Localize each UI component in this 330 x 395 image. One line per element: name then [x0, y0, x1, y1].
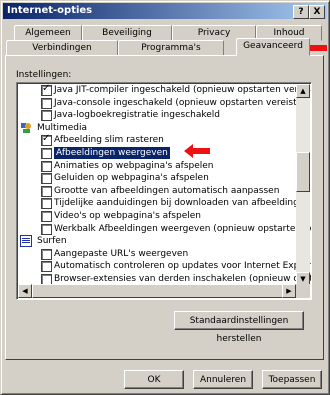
scroll-thumb[interactable]	[296, 152, 310, 192]
setting-label[interactable]: Animaties op webpagina's afspelen	[54, 160, 214, 172]
scroll-right-button[interactable]: ▶	[282, 284, 296, 298]
multimedia-icon	[20, 122, 32, 134]
apply-button[interactable]: Toepassen	[262, 370, 322, 389]
scroll-corner	[296, 284, 310, 298]
setting-label[interactable]: Video's op webpagina's afspelen	[54, 210, 201, 222]
vertical-scrollbar[interactable]: ▲ ▼	[296, 84, 310, 286]
tab-verbindingen[interactable]: Verbindingen	[6, 40, 118, 56]
setting-label[interactable]: Afbeelding slim rasteren	[54, 134, 164, 146]
hscroll-thumb[interactable]	[32, 284, 286, 298]
checkbox[interactable]	[41, 97, 52, 109]
scroll-up-button[interactable]: ▲	[296, 84, 310, 98]
annotation-arrow-item	[184, 144, 210, 158]
setting-label[interactable]: Aangepaste URL's weergeven	[54, 248, 188, 260]
checkbox[interactable]	[41, 148, 52, 159]
close-button[interactable]: X	[309, 5, 325, 19]
setting-label[interactable]: Werkbalk Afbeeldingen weergeven (opnieuw…	[54, 223, 311, 235]
group-label: Multimedia	[37, 122, 88, 133]
checkbox[interactable]	[41, 110, 52, 122]
setting-label[interactable]: Automatisch controleren op updates voor …	[54, 260, 311, 272]
checkbox[interactable]	[41, 223, 52, 235]
restore-defaults-button[interactable]: Standaardinstellingen herstellen	[174, 311, 304, 344]
checkbox[interactable]	[41, 133, 52, 147]
tab-beveiliging[interactable]: Beveiliging	[82, 25, 172, 41]
checkbox[interactable]	[41, 185, 52, 197]
title-bar[interactable]: Internet-opties ? X	[3, 3, 327, 19]
tab-algemeen[interactable]: Algemeen	[14, 25, 82, 41]
setting-label[interactable]: Tijdelijke aanduidingen bij downloaden v…	[54, 197, 311, 209]
group-label: Surfen	[37, 236, 67, 247]
checkbox[interactable]	[41, 248, 52, 260]
tab-programmas[interactable]: Programma's	[118, 40, 224, 56]
setting-label[interactable]: Geluiden op webpagina's afspelen	[54, 172, 209, 184]
setting-label[interactable]: Java-console ingeschakeld (opnieuw opsta…	[54, 97, 300, 109]
horizontal-scrollbar[interactable]: ◀ ▶	[18, 284, 296, 298]
cancel-button[interactable]: Annuleren	[193, 370, 253, 389]
setting-label[interactable]: Java-logboekregistratie ingeschakeld	[54, 109, 220, 121]
checkbox[interactable]	[41, 160, 52, 172]
surfen-icon	[20, 235, 32, 248]
ok-button[interactable]: OK	[124, 370, 184, 389]
checkbox[interactable]	[41, 83, 52, 96]
settings-list[interactable]: Java JIT-compiler ingeschakeld (opnieuw …	[16, 82, 312, 300]
checkbox[interactable]	[41, 261, 52, 273]
setting-label[interactable]: Java JIT-compiler ingeschakeld (opnieuw …	[54, 84, 311, 96]
checkbox[interactable]	[41, 211, 52, 222]
settings-label: Instellingen:	[16, 70, 72, 80]
setting-label[interactable]: Afbeeldingen weergeven	[53, 146, 171, 160]
window-title: Internet-opties	[7, 5, 93, 16]
scroll-left-button[interactable]: ◀	[18, 284, 32, 298]
checkbox[interactable]	[41, 198, 52, 210]
help-button[interactable]: ?	[293, 5, 309, 19]
checkbox[interactable]	[41, 173, 52, 185]
setting-label[interactable]: Grootte van afbeeldingen automatisch aan…	[54, 185, 279, 197]
tab-geavanceerd[interactable]: Geavanceerd	[236, 38, 310, 56]
